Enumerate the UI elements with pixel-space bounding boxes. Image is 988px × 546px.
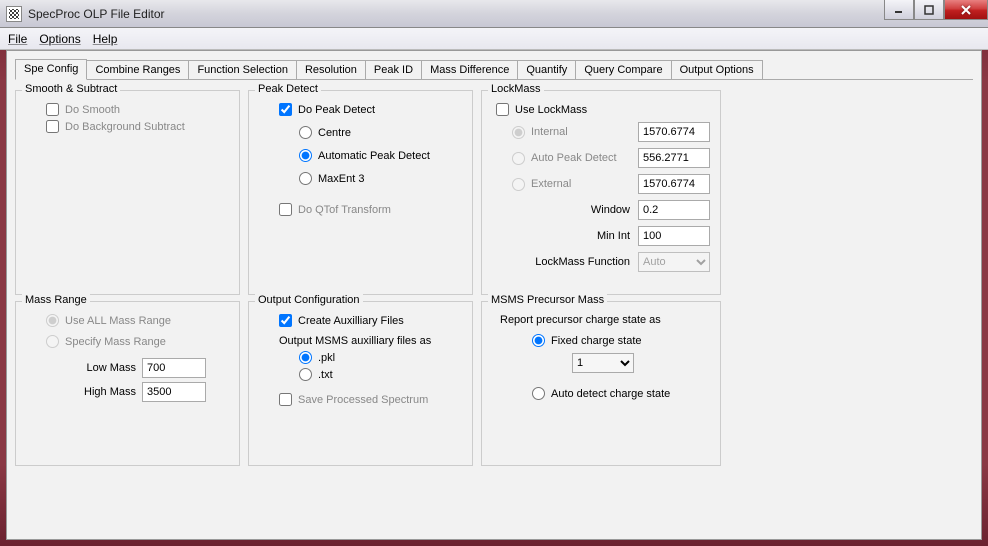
label-lm-window: Window	[591, 204, 630, 216]
label-specify-mass: Specify Mass Range	[65, 336, 166, 348]
tab-output-options[interactable]: Output Options	[672, 60, 763, 79]
legend-lockmass: LockMass	[488, 83, 544, 95]
label-lm-auto: Auto Peak Detect	[531, 152, 617, 164]
window-controls	[884, 0, 988, 20]
radio-pkl[interactable]	[299, 351, 312, 364]
label-fixed-charge: Fixed charge state	[551, 335, 642, 347]
checkbox-do-bg-subtract[interactable]	[46, 120, 59, 133]
checkbox-save-processed[interactable]	[279, 393, 292, 406]
client-area: Spe Config Combine Ranges Function Selec…	[6, 50, 982, 540]
radio-use-all-mass[interactable]	[46, 314, 59, 327]
input-lm-external[interactable]	[638, 174, 710, 194]
window-title: SpecProc OLP File Editor	[28, 7, 165, 21]
label-auto-peak-detect: Automatic Peak Detect	[318, 150, 430, 162]
legend-output-config: Output Configuration	[255, 294, 363, 306]
minimize-button[interactable]	[884, 0, 914, 20]
input-lm-auto[interactable]	[638, 148, 710, 168]
label-save-processed: Save Processed Spectrum	[298, 394, 428, 406]
label-pkl: .pkl	[318, 352, 335, 364]
legend-msms: MSMS Precursor Mass	[488, 294, 607, 306]
label-use-lockmass: Use LockMass	[515, 104, 587, 116]
tab-query-compare[interactable]: Query Compare	[576, 60, 671, 79]
label-do-peak-detect: Do Peak Detect	[298, 104, 375, 116]
radio-auto-charge[interactable]	[532, 387, 545, 400]
menu-help[interactable]: Help	[93, 32, 118, 46]
group-lockmass: LockMass Use LockMass Internal Auto Peak…	[481, 90, 721, 295]
input-high-mass[interactable]	[142, 382, 206, 402]
checkbox-qtof-transform[interactable]	[279, 203, 292, 216]
group-smooth-subtract: Smooth & Subtract Do Smooth Do Backgroun…	[15, 90, 240, 295]
radio-fixed-charge[interactable]	[532, 334, 545, 347]
checkbox-do-smooth[interactable]	[46, 103, 59, 116]
radio-lm-auto[interactable]	[512, 152, 525, 165]
legend-mass-range: Mass Range	[22, 294, 90, 306]
label-low-mass: Low Mass	[66, 362, 136, 374]
tab-strip: Spe Config Combine Ranges Function Selec…	[15, 59, 973, 80]
label-lm-internal: Internal	[531, 126, 568, 138]
label-qtof-transform: Do QTof Transform	[298, 204, 391, 216]
label-maxent3: MaxEnt 3	[318, 173, 364, 185]
label-auto-charge: Auto detect charge state	[551, 388, 670, 400]
group-mass-range: Mass Range Use ALL Mass Range Specify Ma…	[15, 301, 240, 466]
label-lm-external: External	[531, 178, 571, 190]
menu-options[interactable]: Options	[39, 32, 80, 46]
maximize-button[interactable]	[914, 0, 944, 20]
radio-specify-mass[interactable]	[46, 335, 59, 348]
label-lm-minint: Min Int	[597, 230, 630, 242]
label-use-all-mass: Use ALL Mass Range	[65, 315, 171, 327]
tab-spe-config[interactable]: Spe Config	[15, 59, 87, 80]
label-output-msms-as: Output MSMS auxilliary files as	[279, 335, 431, 347]
tab-function-selection[interactable]: Function Selection	[189, 60, 297, 79]
radio-txt[interactable]	[299, 368, 312, 381]
checkbox-create-aux[interactable]	[279, 314, 292, 327]
tab-quantify[interactable]: Quantify	[518, 60, 576, 79]
group-output-config: Output Configuration Create Auxilliary F…	[248, 301, 473, 466]
checkbox-use-lockmass[interactable]	[496, 103, 509, 116]
menubar: File Options Help	[0, 28, 988, 50]
group-msms-precursor: MSMS Precursor Mass Report precursor cha…	[481, 301, 721, 466]
tab-peak-id[interactable]: Peak ID	[366, 60, 422, 79]
input-lm-minint[interactable]	[638, 226, 710, 246]
label-high-mass: High Mass	[66, 386, 136, 398]
close-button[interactable]	[944, 0, 988, 20]
tab-combine-ranges[interactable]: Combine Ranges	[87, 60, 189, 79]
select-lm-function[interactable]: Auto	[638, 252, 710, 272]
label-lm-function: LockMass Function	[535, 256, 630, 268]
app-icon	[6, 6, 22, 22]
input-lm-internal[interactable]	[638, 122, 710, 142]
group-peak-detect: Peak Detect Do Peak Detect Centre Automa…	[248, 90, 473, 295]
label-do-smooth: Do Smooth	[65, 104, 120, 116]
select-fixed-charge[interactable]: 1	[572, 353, 634, 373]
radio-lm-external[interactable]	[512, 178, 525, 191]
radio-lm-internal[interactable]	[512, 126, 525, 139]
radio-maxent3[interactable]	[299, 172, 312, 185]
radio-centre[interactable]	[299, 126, 312, 139]
radio-auto-peak-detect[interactable]	[299, 149, 312, 162]
menu-file[interactable]: File	[8, 32, 27, 46]
input-lm-window[interactable]	[638, 200, 710, 220]
tab-mass-difference[interactable]: Mass Difference	[422, 60, 518, 79]
label-centre: Centre	[318, 127, 351, 139]
titlebar: SpecProc OLP File Editor	[0, 0, 988, 28]
checkbox-do-peak-detect[interactable]	[279, 103, 292, 116]
label-do-bg-subtract: Do Background Subtract	[65, 121, 185, 133]
label-report-charge: Report precursor charge state as	[500, 314, 661, 326]
input-low-mass[interactable]	[142, 358, 206, 378]
label-create-aux: Create Auxilliary Files	[298, 315, 404, 327]
label-txt: .txt	[318, 369, 333, 381]
legend-peak-detect: Peak Detect	[255, 83, 321, 95]
tab-resolution[interactable]: Resolution	[297, 60, 366, 79]
legend-smooth: Smooth & Subtract	[22, 83, 120, 95]
